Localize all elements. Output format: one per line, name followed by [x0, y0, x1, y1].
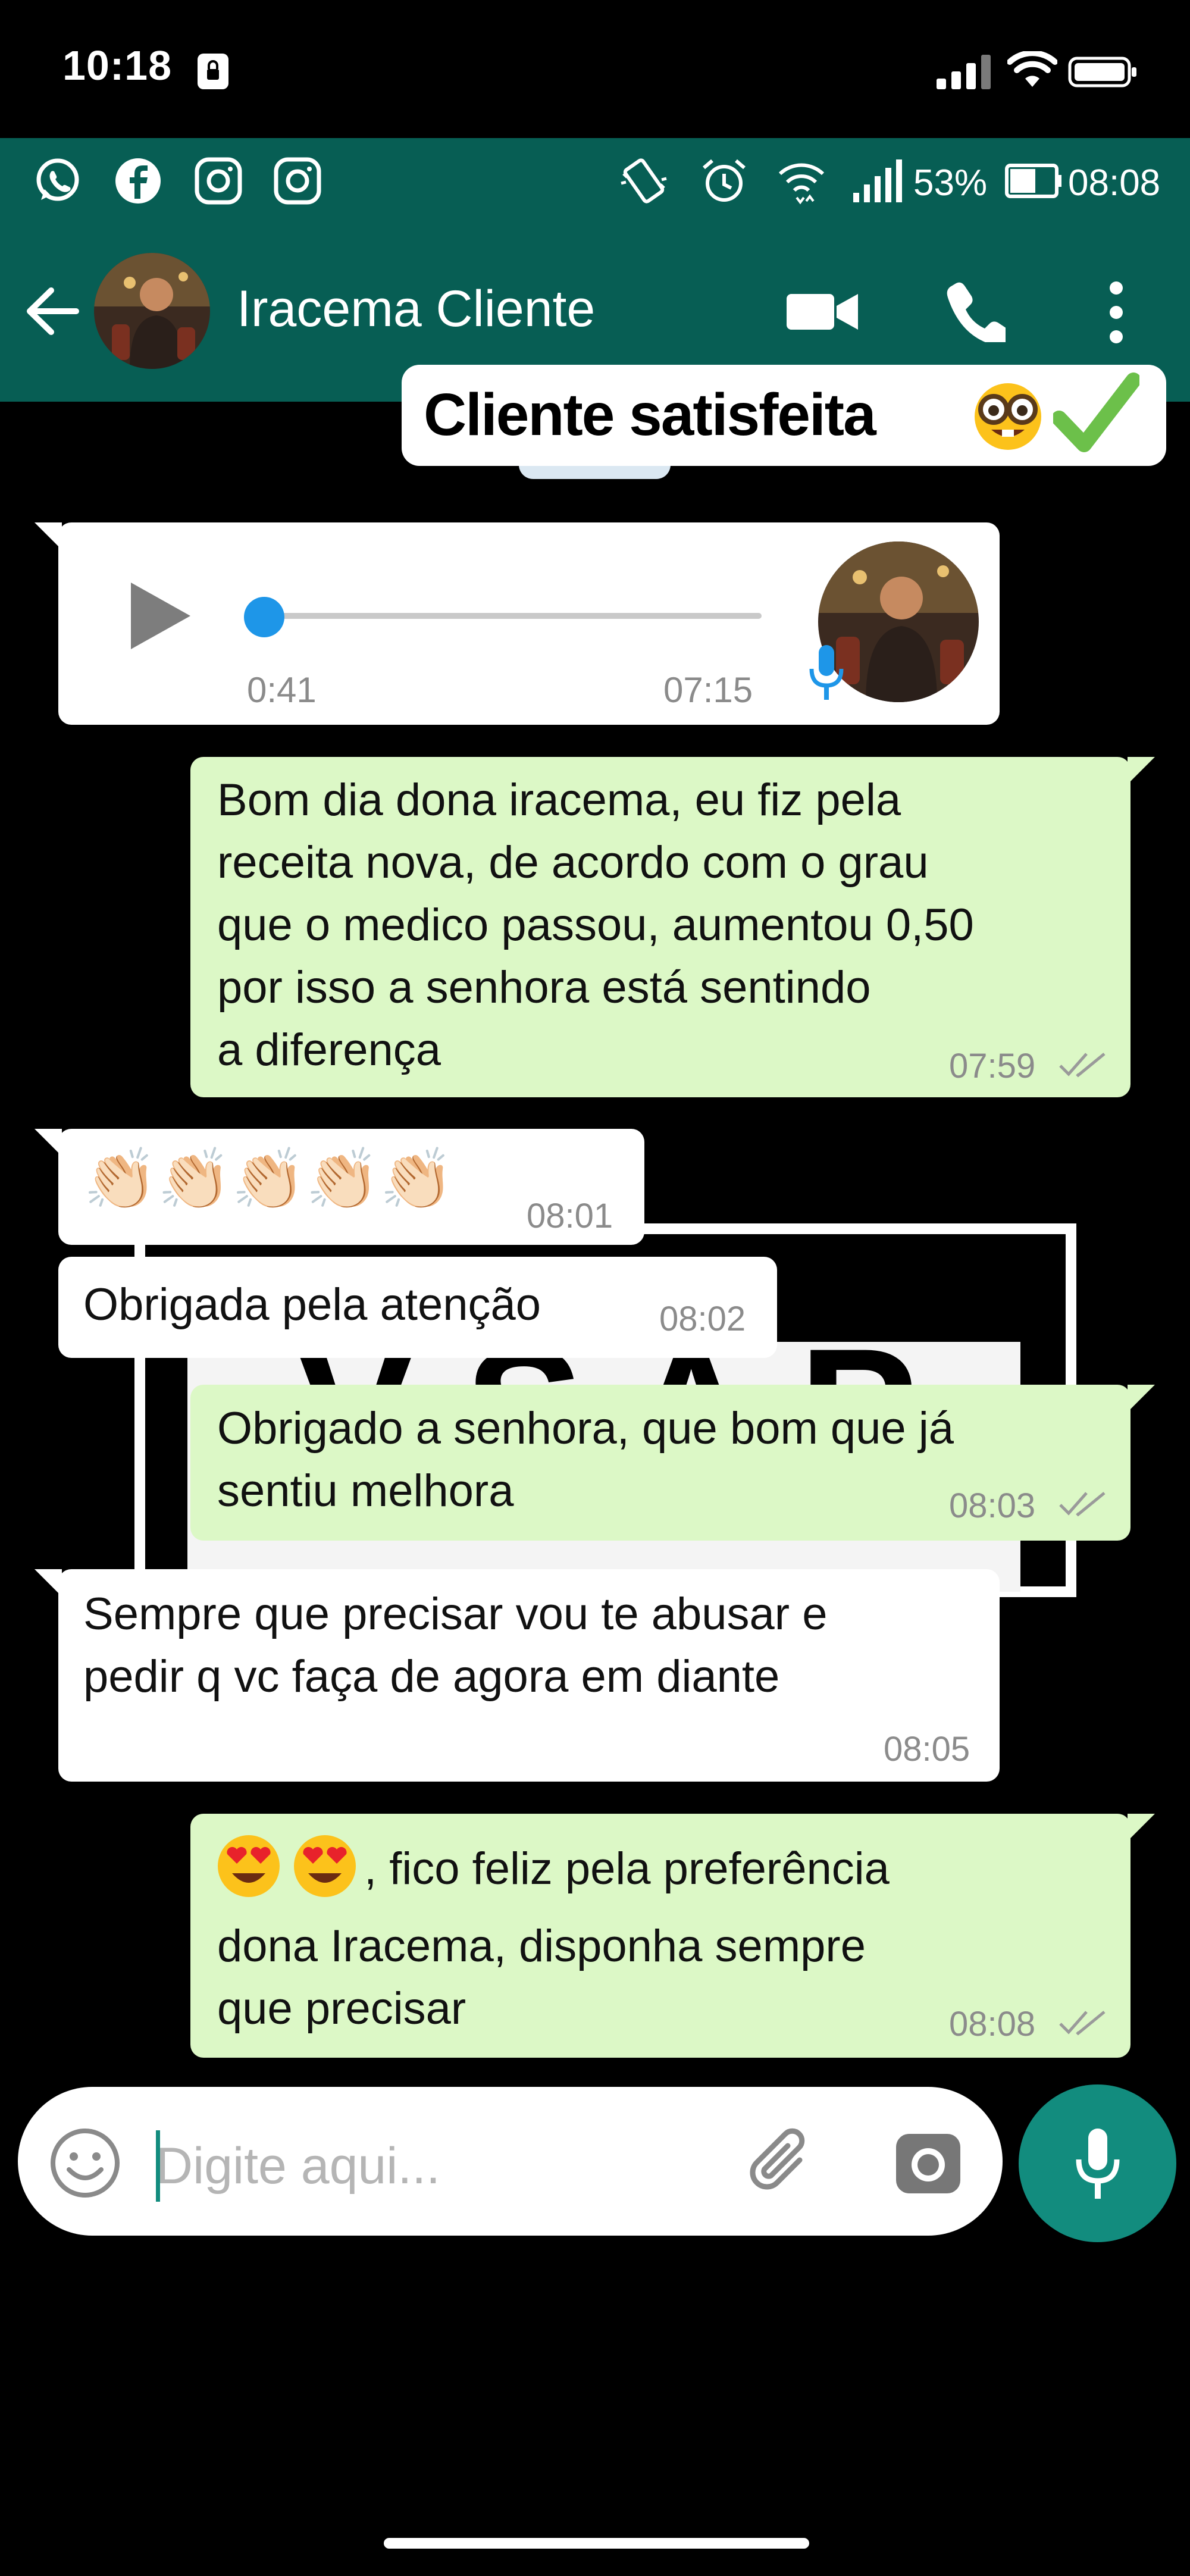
bubble-tail	[1128, 1814, 1155, 1841]
message-time: 08:05	[884, 1730, 970, 1769]
bubble-tail	[1128, 1385, 1155, 1412]
home-indicator[interactable]	[384, 2538, 809, 2549]
orientation-lock-icon	[198, 54, 228, 89]
message-line: Sempre que precisar vou te abusar e	[83, 1589, 828, 1639]
message-time: 08:02	[659, 1300, 746, 1338]
bubble-tail	[35, 1569, 62, 1597]
message-line: a diferença	[217, 1025, 441, 1075]
android-clock: 08:08	[1068, 162, 1161, 204]
message-line: , fico feliz pela preferência	[364, 1843, 890, 1894]
bubble-tail	[35, 522, 62, 550]
signal-icon	[937, 55, 991, 89]
message-line: Obrigado a senhora, que bom que já	[217, 1403, 954, 1454]
read-ticks-icon	[1059, 1053, 1106, 1078]
battery-icon	[1005, 164, 1061, 198]
ios-clock: 10:18	[62, 42, 173, 89]
facebook-icon	[115, 158, 161, 204]
message-line: pedir q vc faça de agora em diante	[83, 1651, 780, 1702]
contact-avatar[interactable]	[94, 253, 210, 369]
message-line: sentiu melhora	[217, 1466, 514, 1516]
message-time: 08:08	[949, 2005, 1036, 2043]
message-line: dona Iracema, disponha sempre	[217, 1921, 866, 1971]
voice-progress-track[interactable]	[250, 613, 762, 619]
send-voice-button[interactable]	[1019, 2084, 1176, 2242]
heart-eyes-icon	[218, 1835, 280, 1897]
play-icon[interactable]	[126, 580, 195, 652]
whatsapp-icon	[36, 158, 79, 201]
message-time: 08:01	[527, 1197, 613, 1235]
voice-duration: 0:41	[247, 670, 317, 710]
message-line: que o medico passou, aumentou 0,50	[217, 900, 974, 950]
read-ticks-icon	[1059, 1492, 1106, 1517]
text-caret	[156, 2130, 160, 2202]
attach-icon[interactable]	[743, 2126, 820, 2203]
bubble-tail	[1128, 757, 1155, 784]
video-call-icon[interactable]	[785, 290, 860, 333]
mic-icon	[809, 645, 844, 700]
wifi-icon	[1007, 51, 1057, 87]
signal-icon	[853, 159, 902, 202]
message-line: receita nova, de acordo com o grau	[217, 837, 929, 888]
message-input[interactable]	[156, 2133, 691, 2199]
message-time: 07:59	[949, 1047, 1036, 1085]
caption-text: Cliente satisfeita	[424, 381, 876, 448]
check-mark-icon	[1053, 373, 1139, 452]
instagram-icon	[195, 157, 242, 205]
message-time: 08:03	[949, 1486, 1036, 1525]
message-line: que precisar	[217, 1983, 466, 2034]
message-time: 07:15	[663, 670, 753, 710]
nerd-face-icon	[975, 383, 1041, 450]
message-line: por isso a senhora está sentindo	[217, 962, 871, 1013]
bubble-tail	[35, 1129, 62, 1156]
battery-icon	[1068, 57, 1136, 87]
contact-name[interactable]: Iracema Cliente	[237, 280, 595, 339]
message-line: Obrigada pela atenção	[83, 1279, 541, 1330]
voice-progress-handle[interactable]	[244, 597, 284, 637]
camera-icon[interactable]	[892, 2128, 964, 2199]
emoji-icon[interactable]	[48, 2126, 123, 2201]
alarm-icon	[703, 159, 746, 202]
voice-call-icon[interactable]	[943, 280, 1006, 342]
battery-percent: 53%	[913, 162, 988, 204]
vibrate-icon	[621, 158, 667, 204]
back-arrow-icon[interactable]	[24, 284, 81, 338]
instagram-icon	[274, 157, 321, 205]
avatar-photo	[94, 253, 210, 369]
clapping-hands-icon: 👏🏻👏🏻👏🏻👏🏻👏🏻	[83, 1146, 454, 1213]
heart-eyes-icon	[294, 1835, 356, 1897]
read-ticks-icon	[1059, 2011, 1106, 2036]
wifi-icon	[778, 163, 825, 205]
more-options-icon[interactable]	[1106, 280, 1127, 345]
mic-icon	[1076, 2129, 1120, 2199]
message-line: Bom dia dona iracema, eu fiz pela	[217, 775, 901, 825]
